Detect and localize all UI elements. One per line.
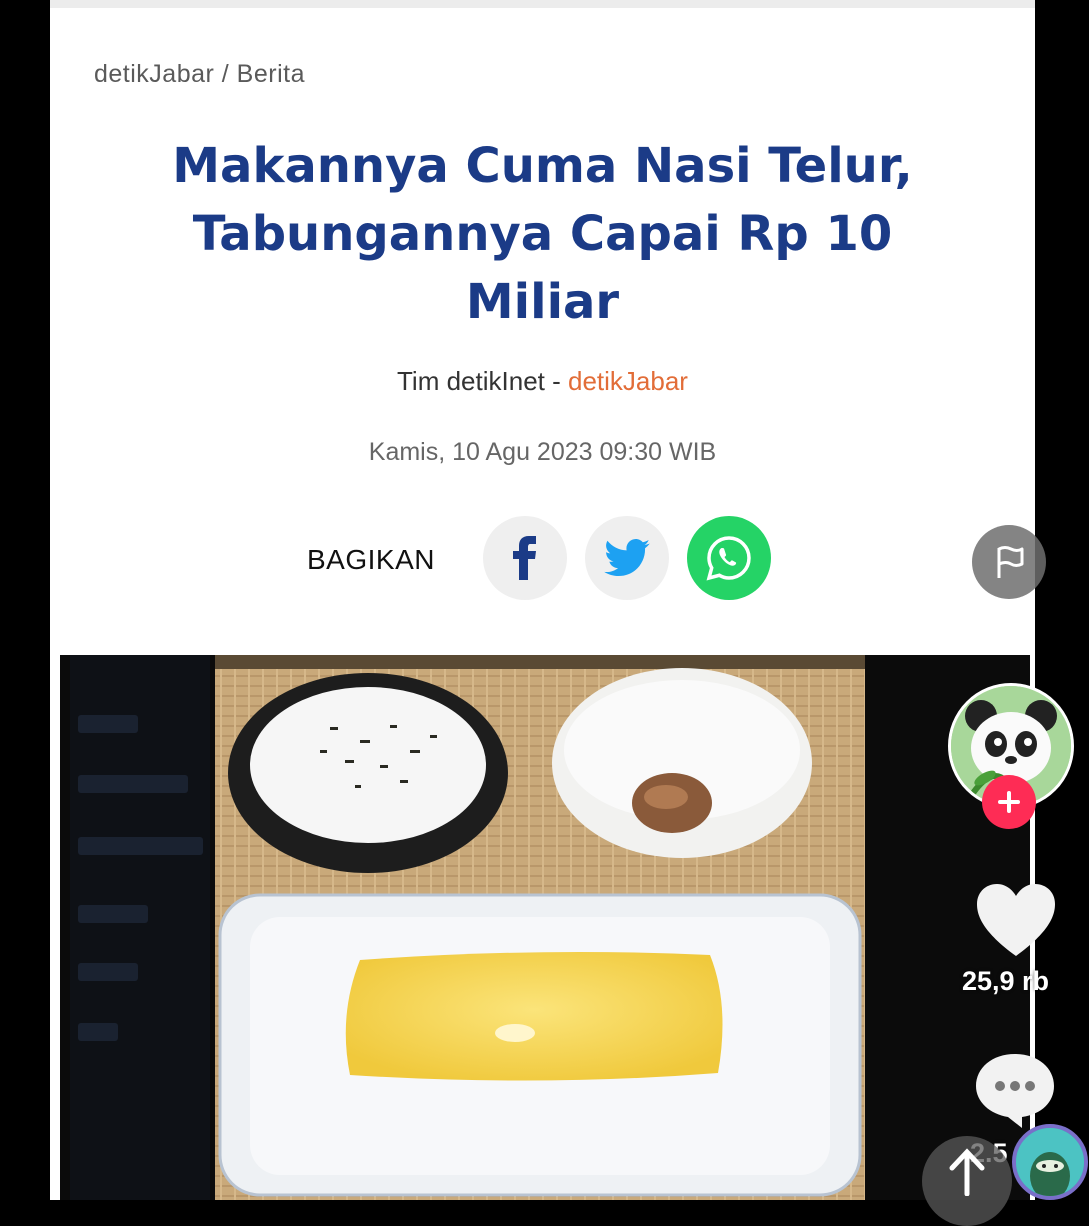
share-label: BAGIKAN [307,544,435,575]
whatsapp-icon [706,536,751,581]
music-avatar-icon [1016,1128,1084,1196]
article-card: detikJabar / Berita Makannya Cuma Nasi T… [50,0,1035,1200]
top-divider [50,0,1035,8]
share-arrow-icon [949,1148,985,1196]
article-title: Makannya Cuma Nasi Telur, Tabungannya Ca… [50,132,1035,336]
plus-icon [998,791,1020,813]
facebook-share-button[interactable] [483,516,567,600]
music-disc[interactable] [1012,1124,1088,1200]
comment-icon[interactable] [972,1050,1058,1130]
heart-icon[interactable] [973,880,1059,960]
food-photo-illustration [215,655,865,1200]
author-name: Tim detikInet [397,366,545,396]
article-title-line-3: Miliar [465,274,620,330]
article-title-line-2: Tabungannya Capai Rp 10 [192,206,893,262]
byline-separator: - [544,366,568,396]
flag-icon [997,546,1024,578]
report-button[interactable] [972,525,1046,599]
follow-button[interactable] [982,775,1036,829]
share-button[interactable] [922,1136,1012,1226]
breadcrumb[interactable]: detikJabar / Berita [94,60,305,89]
byline: Tim detikInet - detikJabar [50,366,1035,397]
whatsapp-share-button[interactable] [687,516,771,600]
facebook-icon [513,536,536,580]
like-count: 25,9 rb [962,966,1050,996]
twitter-icon [604,539,650,577]
source-link[interactable]: detikJabar [568,366,688,396]
twitter-share-button[interactable] [585,516,669,600]
publish-date: Kamis, 10 Agu 2023 09:30 WIB [368,438,717,466]
article-title-line-1: Makannya Cuma Nasi Telur, [172,138,913,194]
article-photo [60,655,1030,1200]
